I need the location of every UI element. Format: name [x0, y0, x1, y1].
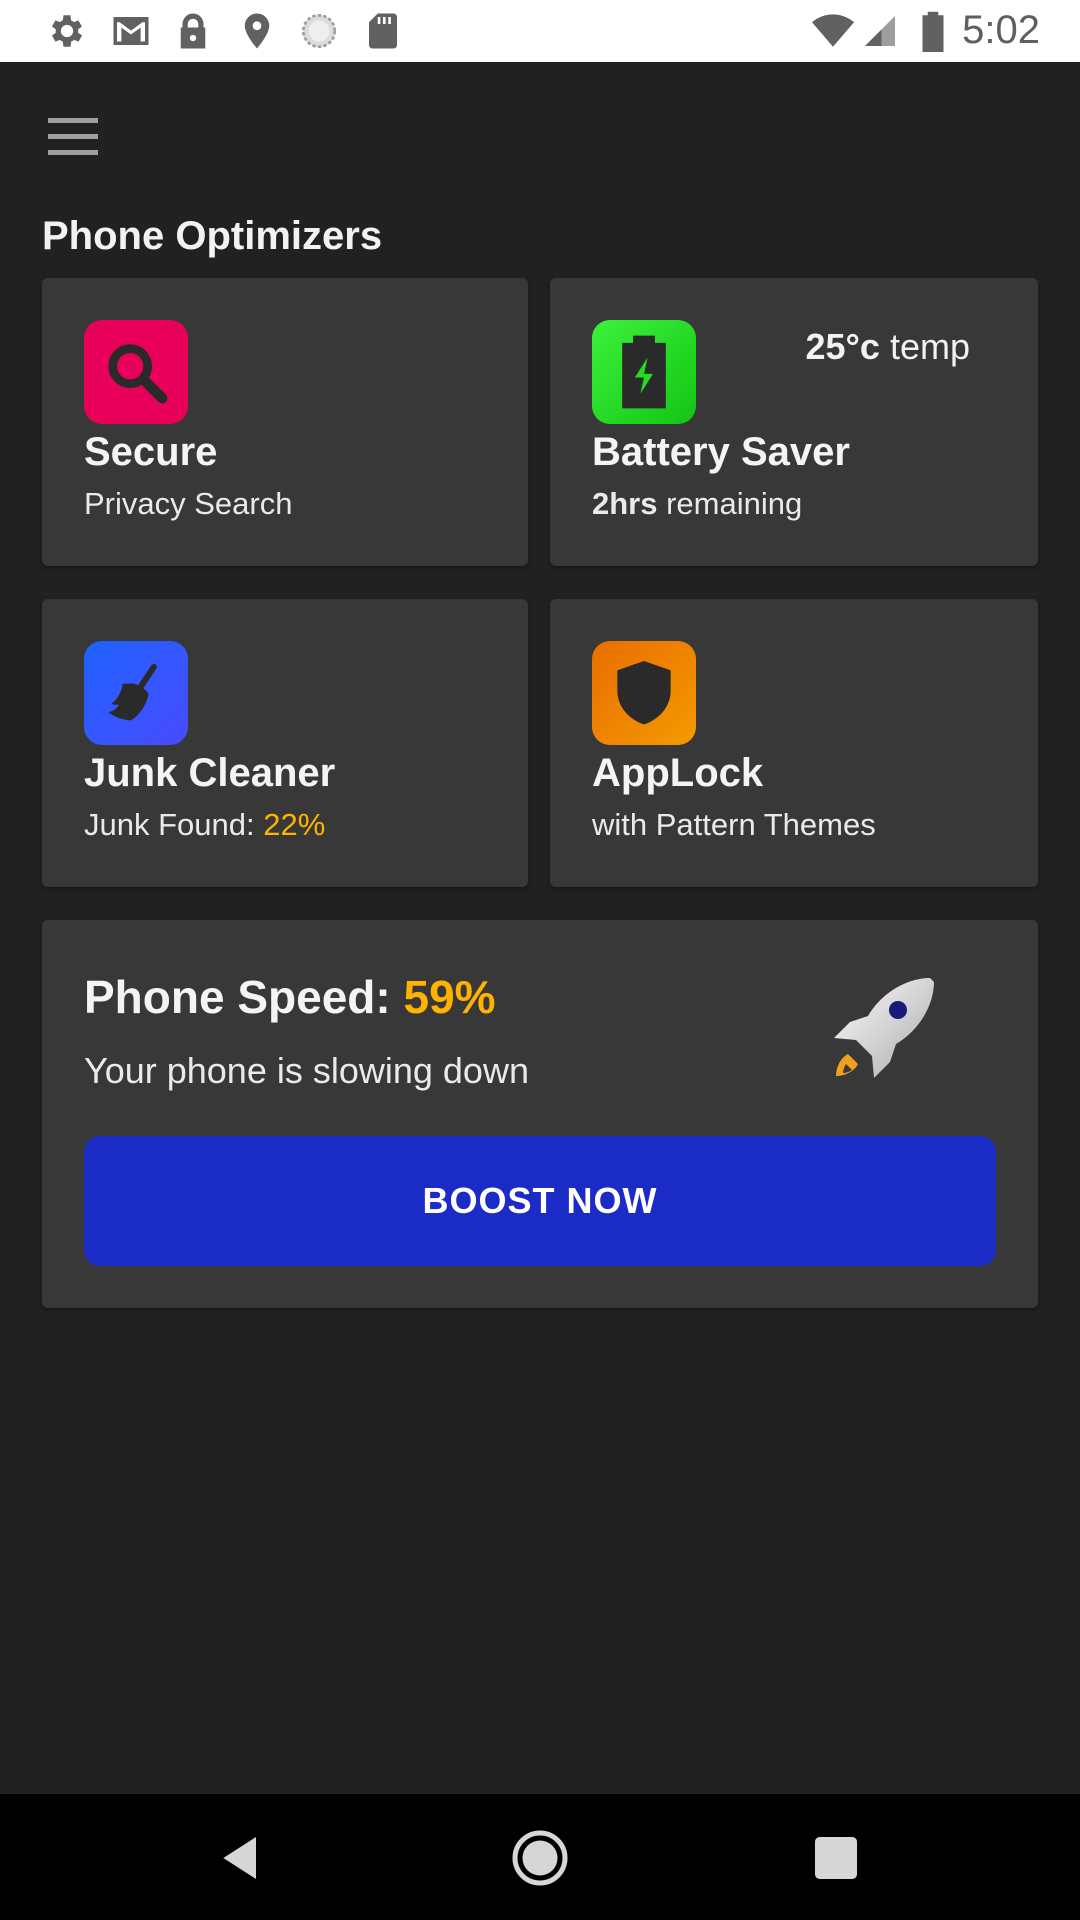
wifi-icon — [812, 14, 854, 47]
recents-icon[interactable] — [808, 1830, 864, 1886]
hamburger-menu-icon[interactable] — [48, 118, 98, 156]
sd-card-icon — [369, 13, 397, 49]
location-icon — [244, 13, 270, 49]
temperature-value: 25°c — [805, 326, 880, 367]
boost-now-button[interactable]: BOOST NOW — [84, 1136, 996, 1266]
phone-speed-value: 59% — [403, 971, 496, 1023]
home-icon[interactable] — [510, 1828, 570, 1888]
remaining-label: remaining — [657, 486, 803, 521]
signal-icon — [865, 16, 895, 46]
clock-time: 5:02 — [962, 8, 1040, 52]
gmail-icon — [113, 17, 149, 45]
tile-subtitle: Privacy Search — [84, 486, 293, 521]
battery-remaining: 2hrs remaining — [592, 486, 802, 522]
junk-found-label: Junk Found: — [84, 807, 264, 842]
tile-title: Battery Saver — [592, 430, 850, 474]
tile-title: Junk Cleaner — [84, 751, 336, 795]
section-title: Phone Optimizers — [42, 214, 383, 258]
search-icon — [84, 320, 188, 424]
settings-icon — [51, 15, 83, 47]
back-icon[interactable] — [214, 1830, 270, 1886]
broom-icon — [84, 641, 188, 745]
applock-tile[interactable]: AppLock with Pattern Themes — [550, 599, 1038, 887]
junk-found-value: 22% — [263, 807, 326, 842]
battery-charging-icon — [592, 320, 696, 424]
secure-tile[interactable]: Secure Privacy Search — [42, 278, 528, 566]
battery-icon — [922, 11, 944, 52]
temperature-readout: 25°c temp — [805, 326, 970, 368]
phone-speed-heading: Phone Speed: 59% — [84, 970, 496, 1024]
tile-title: Secure — [84, 430, 218, 474]
phone-speed-message: Your phone is slowing down — [84, 1050, 529, 1091]
lock-icon — [180, 13, 206, 49]
battery-saver-tile[interactable]: 25°c temp Battery Saver 2hrs remaining — [550, 278, 1038, 566]
status-bar: 5:02 — [0, 0, 1080, 62]
sync-icon — [301, 13, 337, 49]
temperature-label: temp — [879, 326, 970, 367]
remaining-value: 2hrs — [592, 486, 658, 521]
phone-speed-label: Phone Speed: — [84, 971, 404, 1023]
navigation-bar — [0, 1794, 1080, 1920]
shield-icon — [592, 641, 696, 745]
junk-cleaner-tile[interactable]: Junk Cleaner Junk Found: 22% — [42, 599, 528, 887]
rocket-icon — [834, 978, 934, 1078]
phone-speed-card: Phone Speed: 59% Your phone is slowing d… — [42, 920, 1038, 1308]
tile-subtitle: with Pattern Themes — [592, 807, 876, 842]
tile-title: AppLock — [592, 751, 764, 795]
junk-found: Junk Found: 22% — [84, 807, 325, 843]
